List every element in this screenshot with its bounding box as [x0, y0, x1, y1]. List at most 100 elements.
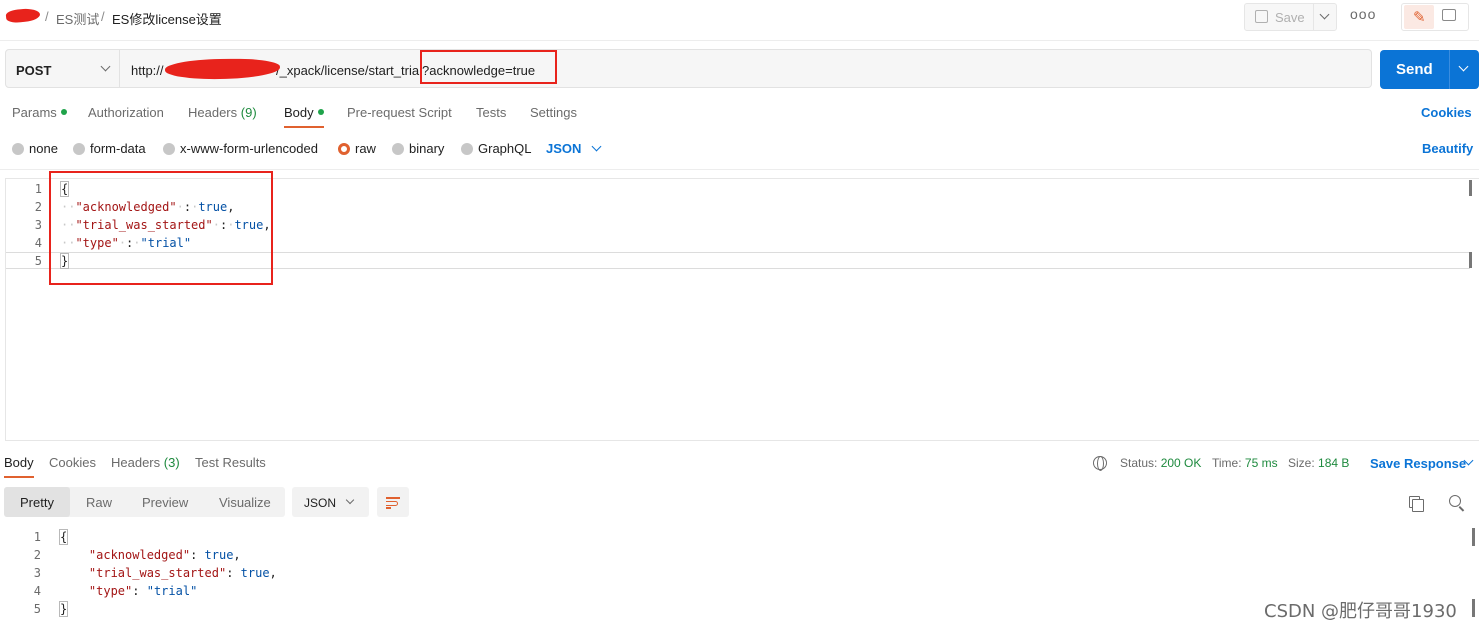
globe-icon[interactable] — [1093, 456, 1107, 471]
wrap-lines-button[interactable] — [377, 487, 409, 517]
view-visualize-button[interactable]: Visualize — [206, 487, 285, 517]
body-type-graphql-label: GraphQL — [478, 141, 532, 156]
radio-icon — [461, 143, 473, 155]
response-tab-test-results[interactable]: Test Results — [195, 455, 266, 470]
chevron-down-icon — [100, 61, 111, 72]
url-scheme: http:// — [131, 63, 164, 78]
tab-headers-label: Headers — [188, 105, 238, 120]
cookies-link[interactable]: Cookies — [1421, 105, 1472, 120]
line-number: 1 — [34, 182, 42, 196]
wrap-icon-part — [386, 507, 391, 509]
size-value: 184 B — [1318, 456, 1350, 470]
line-number: 2 — [33, 548, 41, 562]
response-tab-body[interactable]: Body — [4, 455, 34, 470]
radio-selected-icon — [338, 143, 350, 155]
radio-icon — [12, 143, 24, 155]
body-language-select[interactable]: JSON — [546, 141, 581, 156]
chevron-down-icon — [591, 141, 602, 152]
method-label: POST — [16, 63, 52, 78]
breadcrumb-collection[interactable]: ES测试 — [56, 9, 99, 28]
tab-params[interactable]: Params — [12, 105, 67, 120]
query-annotation-box — [420, 50, 557, 84]
divider — [0, 40, 1479, 41]
response-scrollbar[interactable] — [1472, 528, 1475, 546]
line-number: 2 — [34, 200, 42, 214]
code-line: "acknowledged": true, — [88, 548, 241, 562]
line-number: 3 — [34, 218, 42, 232]
json-value: "trial" — [146, 584, 198, 598]
response-tab-headers-label: Headers — [111, 455, 161, 470]
body-type-binary-label: binary — [409, 141, 445, 156]
tab-body[interactable]: Body — [284, 105, 324, 120]
radio-icon — [392, 143, 404, 155]
divider — [0, 169, 1479, 170]
url-host-redaction — [164, 57, 281, 81]
json-value: true — [240, 566, 270, 580]
active-tab-indicator — [284, 126, 324, 128]
send-label: Send — [1396, 61, 1433, 78]
chevron-down-icon — [345, 495, 355, 505]
body-type-form-data-label: form-data — [90, 141, 146, 156]
line-number: 5 — [34, 254, 42, 268]
line-number: 4 — [34, 236, 42, 250]
tab-params-label: Params — [12, 105, 57, 120]
url-input[interactable]: http:// /_xpack/license/start_trial ?ack… — [120, 49, 1372, 88]
save-button[interactable]: Save — [1245, 4, 1313, 30]
code-line: "type": "trial" — [88, 584, 198, 598]
save-response-button[interactable]: Save Response — [1370, 456, 1466, 471]
time-label: Time: — [1212, 456, 1242, 470]
tab-settings[interactable]: Settings — [530, 105, 577, 120]
view-raw-button[interactable]: Raw — [70, 487, 130, 517]
search-icon[interactable] — [1449, 495, 1461, 507]
view-raw-label: Raw — [86, 495, 113, 510]
chevron-down-icon — [1458, 61, 1469, 72]
params-indicator-dot — [60, 109, 67, 115]
request-name[interactable]: ES修改license设置 — [112, 9, 222, 28]
response-time: Time: 75 ms — [1212, 456, 1278, 470]
copy-icon[interactable] — [1409, 496, 1424, 512]
response-body-viewer[interactable]: 1 2 3 4 5 { "acknowledged": true, "trial… — [5, 527, 1479, 627]
body-type-urlencoded-label: x-www-form-urlencoded — [180, 141, 318, 156]
beautify-link[interactable]: Beautify — [1422, 141, 1473, 156]
status-label: Status: — [1120, 456, 1158, 470]
size-label: Size: — [1288, 456, 1315, 470]
tab-pre-request-script[interactable]: Pre-request Script — [347, 105, 452, 120]
tab-authorization[interactable]: Authorization — [88, 105, 164, 120]
comment-icon[interactable] — [1442, 9, 1456, 21]
time-value: 75 ms — [1244, 456, 1278, 470]
response-tab-cookies[interactable]: Cookies — [49, 455, 96, 470]
method-select[interactable]: POST — [5, 49, 120, 88]
tab-headers-count: (9) — [240, 105, 257, 120]
editor-scrollbar[interactable] — [1469, 180, 1472, 196]
view-preview-button[interactable]: Preview — [130, 487, 206, 517]
right-toolbar: ✎ — [1401, 3, 1469, 31]
save-group: Save — [1244, 3, 1337, 31]
response-scrollbar-marker — [1472, 599, 1475, 617]
close-brace: } — [58, 601, 69, 617]
tab-headers[interactable]: Headers (9) — [188, 105, 257, 120]
code-line: { — [58, 529, 69, 545]
edit-documentation-button[interactable]: ✎ — [1404, 5, 1434, 29]
radio-icon — [73, 143, 85, 155]
code-line: } — [58, 601, 69, 617]
response-format-select[interactable]: JSON — [292, 487, 369, 517]
send-button[interactable]: Send — [1380, 50, 1449, 89]
response-tab-headers[interactable]: Headers (3) — [111, 455, 180, 470]
open-brace: { — [58, 529, 69, 545]
csdn-watermark: CSDN @肥仔哥哥1930 — [1264, 601, 1457, 622]
status-value: 200 OK — [1160, 456, 1202, 470]
line-number: 1 — [33, 530, 41, 544]
send-options-button[interactable] — [1449, 50, 1479, 89]
response-tab-headers-count: (3) — [163, 455, 180, 470]
more-options-button[interactable]: ooo — [1350, 6, 1376, 22]
save-options-button[interactable] — [1313, 4, 1337, 30]
line-number: 4 — [33, 584, 41, 598]
line-number: 5 — [33, 602, 41, 616]
json-key: "trial_was_started" — [88, 566, 227, 580]
response-size: Size: 184 B — [1288, 456, 1349, 470]
breadcrumb-separator: / — [45, 9, 49, 24]
body-annotation-box — [49, 171, 273, 285]
json-value: true — [204, 548, 234, 562]
tab-tests[interactable]: Tests — [476, 105, 506, 120]
view-pretty-button[interactable]: Pretty — [4, 487, 70, 517]
